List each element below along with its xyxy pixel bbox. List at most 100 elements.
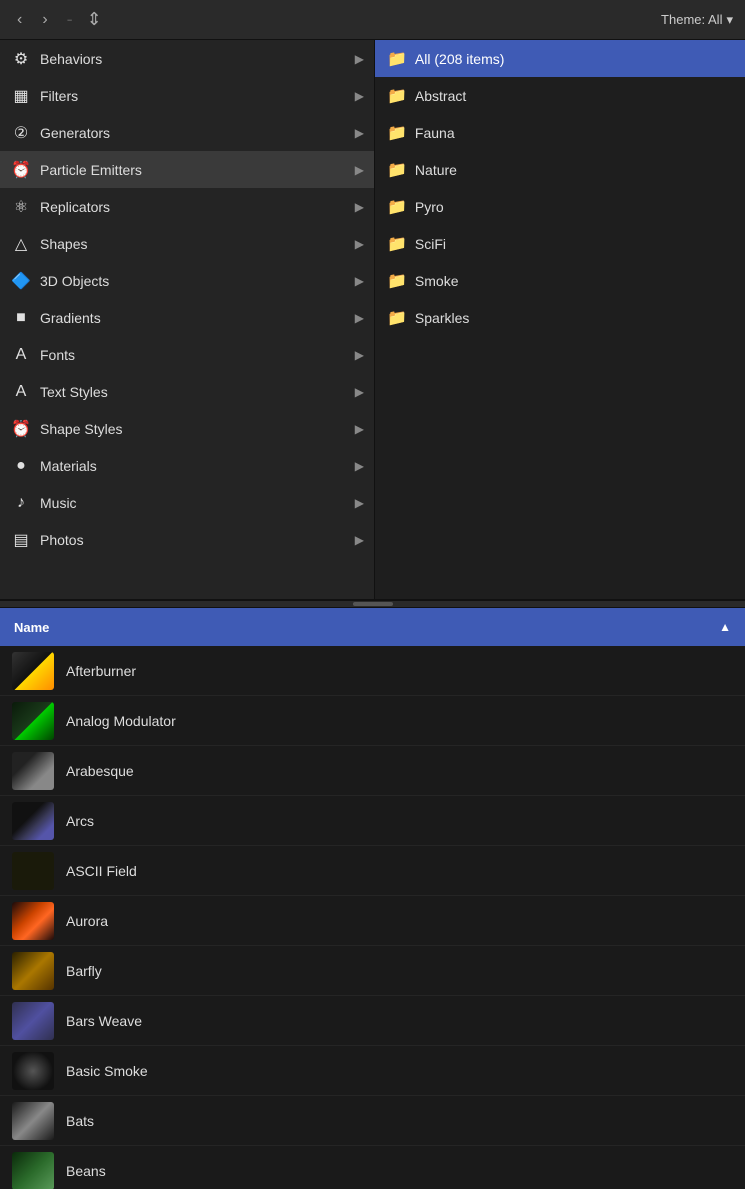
menu-item-photos[interactable]: ▤ Photos ▶ bbox=[0, 521, 374, 558]
folder-label-abstract: Abstract bbox=[415, 88, 466, 104]
folder-item-abstract[interactable]: 📁 Abstract bbox=[375, 77, 745, 114]
thumb-arabesque bbox=[12, 752, 54, 790]
divider-handle[interactable] bbox=[0, 600, 745, 608]
music-icon: ♪ bbox=[10, 492, 32, 514]
shape-styles-icon: ⏰ bbox=[10, 418, 32, 440]
folder-item-sparkles[interactable]: 📁 Sparkles bbox=[375, 299, 745, 336]
item-label-analog-modulator: Analog Modulator bbox=[66, 713, 176, 729]
list-header[interactable]: Name ▲ bbox=[0, 608, 745, 646]
menu-label-particle-emitters: Particle Emitters bbox=[40, 162, 355, 178]
nav-controls: ‹ › - ⇕ bbox=[12, 9, 102, 31]
item-label-arcs: Arcs bbox=[66, 813, 94, 829]
list-item-aurora[interactable]: Aurora bbox=[0, 896, 745, 946]
menu-item-materials[interactable]: ● Materials ▶ bbox=[0, 447, 374, 484]
folder-item-scifi[interactable]: 📁 SciFi bbox=[375, 225, 745, 262]
filters-icon: ▦ bbox=[10, 85, 32, 107]
item-label-arabesque: Arabesque bbox=[66, 763, 134, 779]
item-label-beans: Beans bbox=[66, 1163, 106, 1179]
list-item-bars-weave[interactable]: Bars Weave bbox=[0, 996, 745, 1046]
thumb-afterburner bbox=[12, 652, 54, 690]
folder-item-nature[interactable]: 📁 Nature bbox=[375, 151, 745, 188]
menu-arrow-shapes: ▶ bbox=[355, 237, 364, 251]
thumb-aurora bbox=[12, 902, 54, 940]
folder-label-sparkles: Sparkles bbox=[415, 310, 469, 326]
folder-icon-pyro: 📁 bbox=[387, 197, 407, 217]
folder-icon-fauna: 📁 bbox=[387, 123, 407, 143]
menu-label-shapes: Shapes bbox=[40, 236, 355, 252]
menu-label-generators: Generators bbox=[40, 125, 355, 141]
menu-arrow-text-styles: ▶ bbox=[355, 385, 364, 399]
menu-item-music[interactable]: ♪ Music ▶ bbox=[0, 484, 374, 521]
folder-item-fauna[interactable]: 📁 Fauna bbox=[375, 114, 745, 151]
menu-label-music: Music bbox=[40, 495, 355, 511]
folder-item-smoke[interactable]: 📁 Smoke bbox=[375, 262, 745, 299]
nav-separator: - bbox=[67, 9, 73, 30]
item-label-bars-weave: Bars Weave bbox=[66, 1013, 142, 1029]
replicators-icon: ⚛ bbox=[10, 196, 32, 218]
folder-label-all: All (208 items) bbox=[415, 51, 504, 67]
list-item-analog-modulator[interactable]: Analog Modulator bbox=[0, 696, 745, 746]
forward-button[interactable]: › bbox=[37, 9, 52, 31]
folder-icon-all: 📁 bbox=[387, 49, 407, 69]
thumb-bars-weave bbox=[12, 1002, 54, 1040]
list-item-bats[interactable]: Bats bbox=[0, 1096, 745, 1146]
menu-item-gradients[interactable]: ■ Gradients ▶ bbox=[0, 299, 374, 336]
gradients-icon: ■ bbox=[10, 307, 32, 329]
list-item-arcs[interactable]: Arcs bbox=[0, 796, 745, 846]
list-item-beans[interactable]: Beans bbox=[0, 1146, 745, 1189]
menu-label-filters: Filters bbox=[40, 88, 355, 104]
updown-button[interactable]: ⇕ bbox=[87, 9, 102, 30]
shapes-icon: △ bbox=[10, 233, 32, 255]
menu-label-text-styles: Text Styles bbox=[40, 384, 355, 400]
menu-arrow-particle-emitters: ▶ bbox=[355, 163, 364, 177]
divider-pill bbox=[353, 602, 393, 606]
list-item-barfly[interactable]: Barfly bbox=[0, 946, 745, 996]
folder-item-pyro[interactable]: 📁 Pyro bbox=[375, 188, 745, 225]
list-item-basic-smoke[interactable]: Basic Smoke bbox=[0, 1046, 745, 1096]
menu-item-filters[interactable]: ▦ Filters ▶ bbox=[0, 77, 374, 114]
menu-label-3d-objects: 3D Objects bbox=[40, 273, 355, 289]
menu-item-generators[interactable]: ② Generators ▶ bbox=[0, 114, 374, 151]
list-item-afterburner[interactable]: Afterburner bbox=[0, 646, 745, 696]
item-label-bats: Bats bbox=[66, 1113, 94, 1129]
list-item-arabesque[interactable]: Arabesque bbox=[0, 746, 745, 796]
menu-arrow-behaviors: ▶ bbox=[355, 52, 364, 66]
folder-icon-sparkles: 📁 bbox=[387, 308, 407, 328]
item-label-basic-smoke: Basic Smoke bbox=[66, 1063, 148, 1079]
menu-arrow-filters: ▶ bbox=[355, 89, 364, 103]
3d-objects-icon: 🔷 bbox=[10, 270, 32, 292]
menu-label-photos: Photos bbox=[40, 532, 355, 548]
menu-item-replicators[interactable]: ⚛ Replicators ▶ bbox=[0, 188, 374, 225]
thumb-bats bbox=[12, 1102, 54, 1140]
menu-item-behaviors[interactable]: ⚙ Behaviors ▶ bbox=[0, 40, 374, 77]
menu-item-particle-emitters[interactable]: ⏰ Particle Emitters ▶ bbox=[0, 151, 374, 188]
list-item-ascii-field[interactable]: ASCII Field bbox=[0, 846, 745, 896]
menu-item-fonts[interactable]: A Fonts ▶ bbox=[0, 336, 374, 373]
folder-icon-scifi: 📁 bbox=[387, 234, 407, 254]
folder-label-pyro: Pyro bbox=[415, 199, 444, 215]
folder-item-all[interactable]: 📁 All (208 items) bbox=[375, 40, 745, 77]
menu-arrow-music: ▶ bbox=[355, 496, 364, 510]
menu-arrow-generators: ▶ bbox=[355, 126, 364, 140]
item-label-barfly: Barfly bbox=[66, 963, 102, 979]
text-styles-icon: A bbox=[10, 381, 32, 403]
menu-arrow-fonts: ▶ bbox=[355, 348, 364, 362]
item-label-ascii-field: ASCII Field bbox=[66, 863, 137, 879]
menu-label-replicators: Replicators bbox=[40, 199, 355, 215]
theme-label: Theme: All bbox=[661, 12, 722, 27]
menu-item-text-styles[interactable]: A Text Styles ▶ bbox=[0, 373, 374, 410]
menu-item-shape-styles[interactable]: ⏰ Shape Styles ▶ bbox=[0, 410, 374, 447]
folder-label-fauna: Fauna bbox=[415, 125, 455, 141]
bottom-list: Afterburner Analog Modulator Arabesque A… bbox=[0, 646, 745, 1189]
menu-label-shape-styles: Shape Styles bbox=[40, 421, 355, 437]
menu-arrow-materials: ▶ bbox=[355, 459, 364, 473]
menu-item-shapes[interactable]: △ Shapes ▶ bbox=[0, 225, 374, 262]
menu-item-3d-objects[interactable]: 🔷 3D Objects ▶ bbox=[0, 262, 374, 299]
materials-icon: ● bbox=[10, 455, 32, 477]
menu-label-materials: Materials bbox=[40, 458, 355, 474]
folder-label-smoke: Smoke bbox=[415, 273, 459, 289]
theme-selector[interactable]: Theme: All ▾ bbox=[661, 12, 733, 28]
folder-icon-abstract: 📁 bbox=[387, 86, 407, 106]
thumb-beans bbox=[12, 1152, 54, 1189]
back-button[interactable]: ‹ bbox=[12, 9, 27, 31]
